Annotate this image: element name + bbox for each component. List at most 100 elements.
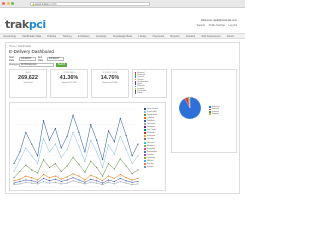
data-point[interactable] [48,151,51,153]
data-point[interactable] [25,164,27,166]
search-button[interactable]: Search [56,62,67,67]
data-point[interactable] [90,124,92,126]
data-point[interactable] [37,179,39,181]
data-point[interactable] [19,180,21,183]
series-line[interactable] [13,180,139,185]
pie-legend-item[interactable]: Dropped [209,113,219,115]
data-point[interactable] [48,177,51,179]
data-point[interactable] [137,177,139,180]
data-point[interactable] [137,180,139,183]
data-point[interactable] [66,179,68,181]
data-point[interactable] [78,181,80,183]
data-point[interactable] [54,163,56,165]
data-point[interactable] [54,181,56,183]
data-point[interactable] [37,183,39,185]
data-point[interactable] [119,117,121,119]
data-point[interactable] [60,170,62,172]
data-point[interactable] [107,175,110,177]
data-point[interactable] [19,159,21,161]
data-point[interactable] [90,181,92,183]
data-point[interactable] [72,156,74,158]
nav-item-library[interactable]: Library [139,35,147,38]
data-point[interactable] [78,145,80,148]
data-point[interactable] [19,178,21,180]
logout-link[interactable]: Log Out [228,24,237,27]
data-point[interactable] [131,163,133,165]
data-point[interactable] [90,178,92,180]
data-point[interactable] [125,182,127,184]
start-date-input[interactable]: 1/13/2017 [19,56,36,61]
data-point[interactable] [60,156,62,158]
data-point[interactable] [42,159,45,161]
data-point[interactable] [13,177,15,179]
data-point[interactable] [31,169,33,171]
data-point[interactable] [119,158,121,160]
data-point[interactable] [119,180,121,183]
data-point[interactable] [107,163,110,165]
data-point[interactable] [96,151,98,153]
data-point[interactable] [113,183,115,185]
data-point[interactable] [113,177,115,180]
data-point[interactable] [54,175,56,177]
data-point[interactable] [107,181,110,183]
data-point[interactable] [125,134,127,137]
workgroup-select[interactable]: All Workgroups [19,62,54,67]
data-point[interactable] [101,166,104,169]
legend-item[interactable]: Failed [134,92,165,94]
data-point[interactable] [96,180,98,182]
series-line[interactable] [13,173,139,182]
data-point[interactable] [25,131,27,133]
data-point[interactable] [72,173,74,175]
data-point[interactable] [101,175,104,177]
data-point[interactable] [119,135,121,137]
data-point[interactable] [84,179,86,181]
data-point[interactable] [72,177,74,179]
data-point[interactable] [96,139,98,141]
series-line[interactable] [13,156,139,178]
data-point[interactable] [96,182,98,184]
data-point[interactable] [125,165,127,167]
data-point[interactable] [96,177,98,179]
data-point[interactable] [131,184,133,186]
data-point[interactable] [60,180,62,183]
data-point[interactable] [42,180,45,183]
data-point[interactable] [131,179,133,181]
nav-item-e-delivery[interactable]: E-Delivery [78,35,90,38]
trakpci-logo[interactable]: trakpci [5,18,46,31]
data-point[interactable] [107,130,110,132]
data-point[interactable] [113,141,115,143]
data-point[interactable] [42,177,45,180]
data-point[interactable] [60,147,62,149]
nav-item-self-assessment[interactable]: Self Assessment [201,35,220,38]
data-point[interactable] [101,184,104,186]
data-point[interactable] [137,183,139,185]
data-point[interactable] [19,183,21,185]
data-point[interactable] [119,177,121,180]
profile-settings-link[interactable]: Profile Settings [209,24,225,27]
data-point[interactable] [84,183,86,185]
data-point[interactable] [48,166,51,169]
data-point[interactable] [137,169,139,171]
data-point[interactable] [72,114,74,116]
data-point[interactable] [66,148,68,151]
data-point[interactable] [84,160,86,162]
data-point[interactable] [19,151,21,153]
series-line[interactable] [13,177,139,184]
data-point[interactable] [37,163,39,165]
data-point[interactable] [131,181,133,183]
data-point[interactable] [66,165,68,167]
data-point[interactable] [54,178,56,180]
series-line[interactable] [13,131,139,172]
data-point[interactable] [31,155,33,157]
data-point[interactable] [48,182,51,184]
data-point[interactable] [125,180,127,182]
data-point[interactable] [60,178,62,180]
data-point[interactable] [54,127,56,130]
data-point[interactable] [60,183,62,185]
data-point[interactable] [31,182,33,184]
data-point[interactable] [19,170,21,172]
data-point[interactable] [84,181,86,183]
address-bar[interactable]: 🔒 www.trakpci.com [30,1,150,6]
data-point[interactable] [54,143,56,145]
data-point[interactable] [48,180,51,182]
